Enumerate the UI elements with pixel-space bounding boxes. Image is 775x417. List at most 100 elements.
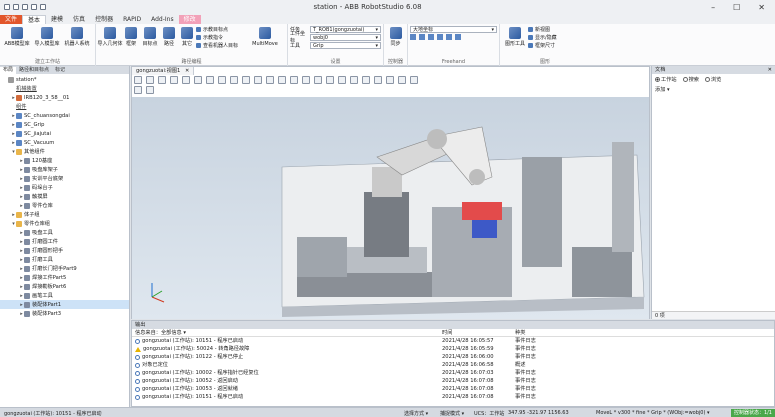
measure-shortest-icon[interactable] <box>386 76 394 84</box>
view-all-icon[interactable] <box>134 76 142 84</box>
tree-node[interactable]: ▸ 打磨圆工件 <box>0 237 129 246</box>
tree-node[interactable]: ▸ SC_jiajutai <box>0 129 129 138</box>
snap-center-icon[interactable] <box>266 76 274 84</box>
show-hide-button[interactable]: 显示/隐藏 <box>528 33 584 41</box>
maximize-button[interactable]: ☐ <box>733 3 740 12</box>
new-view-button[interactable]: 新视图 <box>528 25 584 33</box>
path-button[interactable]: 路径 <box>160 25 178 55</box>
snap-edge-icon[interactable] <box>302 76 310 84</box>
ribbon-tab-2[interactable]: 建模 <box>46 15 68 24</box>
stop-icon[interactable] <box>146 86 154 94</box>
ribbon-tab-4[interactable]: 控制器 <box>90 15 118 24</box>
snap-grid-icon[interactable] <box>314 76 322 84</box>
output-row[interactable]: gongzuotai (工作站): 10151 - 程序已启动 2021/4/28… <box>132 393 774 401</box>
tree-node[interactable]: ▸ 打磨长门把手Part9 <box>0 264 129 273</box>
sync-button[interactable]: 同步 <box>386 25 405 55</box>
col-category[interactable]: 种类 <box>515 329 575 336</box>
tree-node[interactable]: ▸ 实训平台底架 <box>0 174 129 183</box>
reference-frame-select[interactable]: 大地坐标 ▾ <box>410 25 497 33</box>
multimove-button[interactable]: MultiMove <box>252 25 278 55</box>
select-target-icon[interactable] <box>230 76 238 84</box>
play-icon[interactable] <box>134 86 142 94</box>
other-button[interactable]: 其它 <box>178 25 196 55</box>
move-icon[interactable] <box>410 34 416 40</box>
app-logo-icon[interactable] <box>4 4 10 10</box>
tree-node[interactable]: ▸ 焊接勒板Part6 <box>0 282 129 291</box>
tree-node[interactable]: ▸ SC_Grip <box>0 120 129 129</box>
tree-node[interactable]: ▸ 焊接工件Part5 <box>0 273 129 282</box>
ribbon-tab-5[interactable]: RAPID <box>118 15 146 24</box>
tree-node[interactable]: ▸ 零件仓库 <box>0 201 129 210</box>
frame-button[interactable]: 框架 <box>122 25 140 55</box>
import-geometry-button[interactable]: 导入几何体 <box>98 25 123 55</box>
output-row[interactable]: gongzuotai (工作站): 10052 - 返回启动 2021/4/28 … <box>132 377 774 385</box>
select-surface-icon[interactable] <box>170 76 178 84</box>
target-button[interactable]: 目标点 <box>140 25 160 55</box>
viewport-tab[interactable]: gongzuotai:视图1 ✕ <box>132 67 195 75</box>
ribbon-tab-0[interactable]: 文件 <box>0 15 23 24</box>
tree-node[interactable]: ▸ 装配体Part1 <box>0 300 129 309</box>
tree-node[interactable]: ▸ 打磨工具 <box>0 255 129 264</box>
select-mode[interactable]: 选择方式 ▾ <box>404 410 428 417</box>
jog-reorient-icon[interactable] <box>446 34 452 40</box>
select-path-icon[interactable] <box>242 76 250 84</box>
tree-node[interactable]: ▸ 装配体Part3 <box>0 309 129 318</box>
minimize-button[interactable]: – <box>711 3 715 12</box>
tab-layout[interactable]: 布局 <box>0 67 17 74</box>
measure-point-icon[interactable] <box>338 76 346 84</box>
close-button[interactable]: ✕ <box>758 3 765 12</box>
tree-node[interactable]: ▸ 吸盘库架子 <box>0 165 129 174</box>
jog-joint-icon[interactable] <box>428 34 434 40</box>
frame-size-button[interactable]: 框架尺寸 <box>528 41 584 49</box>
save-icon[interactable] <box>13 4 19 10</box>
snap-middle-icon[interactable] <box>278 76 286 84</box>
tree-node[interactable]: ▸ 体子组 <box>0 210 129 219</box>
controller-status[interactable]: 控制器状态：1/1 <box>730 409 775 417</box>
scope-radio-1[interactable]: 搜索 <box>682 76 699 83</box>
multi-robot-jog-icon[interactable] <box>455 34 461 40</box>
ribbon-tab-3[interactable]: 仿真 <box>68 15 90 24</box>
scope-radio-2[interactable]: 浏览 <box>704 76 721 83</box>
select-group-icon[interactable] <box>206 76 214 84</box>
tree-node[interactable]: ▸ SC_Vacuum <box>0 138 129 147</box>
output-row[interactable]: gongzuotai (工作站): 10053 - 返回就绪 2021/4/28 … <box>132 385 774 393</box>
teach-target-button[interactable]: 示教目标点 <box>196 25 252 33</box>
output-row[interactable]: gongzuotai (工作站): 10002 - 程序指针已经复位 2021/4… <box>132 369 774 377</box>
tree-node[interactable]: station* <box>0 75 129 84</box>
col-time[interactable]: 时间 <box>442 329 515 336</box>
view-robot-target-button[interactable]: 查看机器人目标 <box>196 41 252 49</box>
ribbon-tab-1[interactable]: 基本 <box>22 15 47 24</box>
abb-library-button[interactable]: ABB模型库 <box>2 25 32 55</box>
select-body-icon[interactable] <box>182 76 190 84</box>
wobj-select[interactable]: wobj0 ▾ <box>310 33 381 41</box>
snap-local-origin-icon[interactable] <box>326 76 334 84</box>
tree-node[interactable]: ▸ SC_chuansongdai <box>0 111 129 120</box>
tool-select[interactable]: Grip ▾ <box>310 41 381 49</box>
rotate-icon[interactable] <box>419 34 425 40</box>
tab-paths-targets[interactable]: 路径和目标点 <box>16 67 52 74</box>
select-curve-icon[interactable] <box>158 76 166 84</box>
output-row[interactable]: gongzuotai (工作站): 10151 - 程序已启动 2021/4/28… <box>132 337 774 345</box>
tree-node[interactable]: ▸ 120基座 <box>0 156 129 165</box>
ribbon-tab-7[interactable]: 修改 <box>178 15 201 24</box>
hold-frame-icon[interactable] <box>398 76 406 84</box>
select-mechanism-icon[interactable] <box>218 76 226 84</box>
tree-node[interactable]: ▸ 吸盘工具 <box>0 228 129 237</box>
tree-node[interactable]: ▸ 码垛台子 <box>0 183 129 192</box>
tree-node[interactable]: ▸ IRB120_3_58__01 <box>0 93 129 102</box>
simulation-icon[interactable] <box>410 76 418 84</box>
snap-end-icon[interactable] <box>290 76 298 84</box>
robot-cell-scene[interactable] <box>132 97 649 319</box>
message-filter-select[interactable]: 信息来自：全部信息 ▾ <box>132 329 442 336</box>
snap-object-icon[interactable] <box>254 76 262 84</box>
tree-node[interactable]: 机械装置 <box>0 84 129 93</box>
close-icon[interactable]: ✕ <box>768 66 772 74</box>
measure-diameter-icon[interactable] <box>362 76 370 84</box>
graphics-tools-button[interactable]: 图形工具 <box>502 25 528 55</box>
close-icon[interactable]: ✕ <box>185 68 189 74</box>
ribbon-tab-6[interactable]: Add-Ins <box>146 15 178 24</box>
output-row[interactable]: gongzuotai (工作站): 10122 - 程序已停止 2021/4/28… <box>132 353 774 361</box>
select-part-icon[interactable] <box>194 76 202 84</box>
add-dropdown[interactable]: 添加 ▾ <box>652 85 775 94</box>
tree-node[interactable]: ▸ 触摸屏 <box>0 192 129 201</box>
